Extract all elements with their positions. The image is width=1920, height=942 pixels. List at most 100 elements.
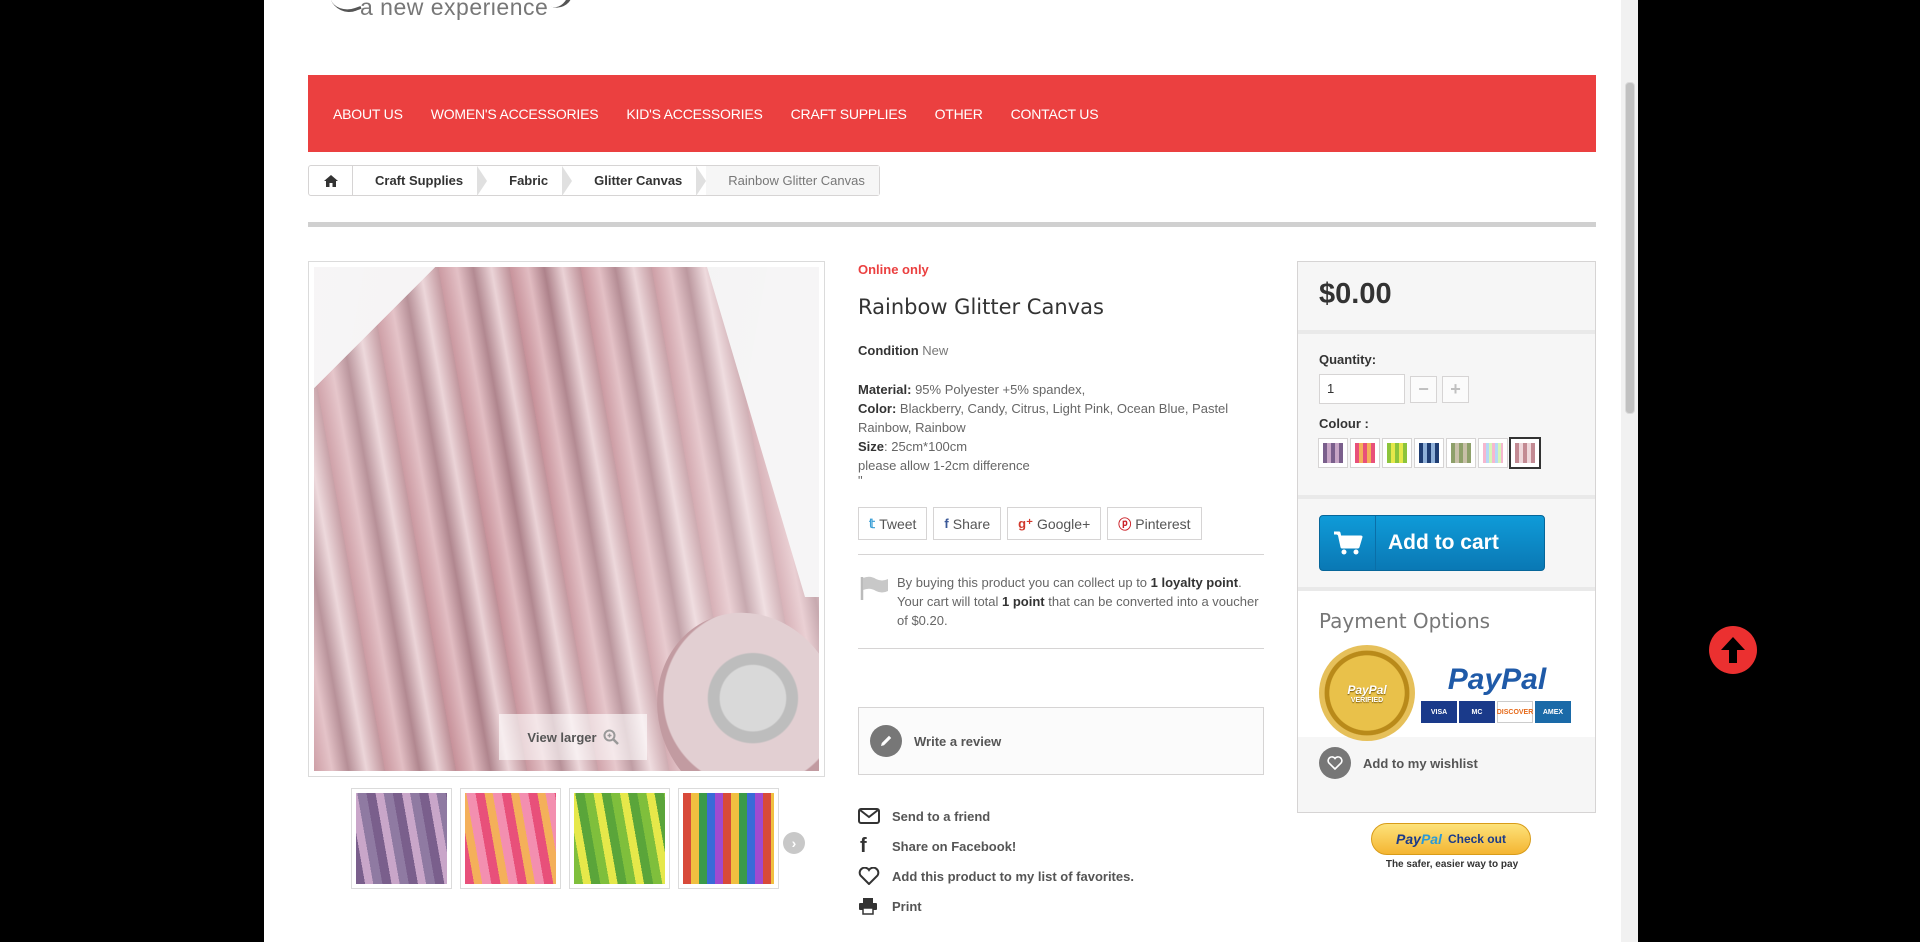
colour-swatch-5[interactable] — [1446, 438, 1476, 468]
colour-swatch-ocean-blue[interactable] — [1414, 438, 1444, 468]
product-main-image[interactable]: View larger — [308, 261, 825, 777]
quantity-decrease-button[interactable]: − — [1410, 375, 1437, 403]
write-review-label: Write a review — [914, 733, 1002, 749]
facebook-icon: f — [944, 516, 949, 531]
print-link[interactable]: Print — [858, 891, 1264, 921]
colour-swatch-candy[interactable] — [1350, 438, 1380, 468]
seal-verified: VERIFIED — [1350, 696, 1384, 704]
loyalty-info: By buying this product you can collect u… — [858, 554, 1264, 649]
product-photo[interactable]: View larger — [314, 267, 819, 771]
product-action-links: Send to a friend f Share on Facebook! Ad… — [858, 801, 1264, 921]
add-to-cart-label: Add to cart — [1388, 531, 1499, 554]
breadcrumb-separator — [696, 165, 707, 196]
cart-area: Add to cart — [1298, 499, 1595, 591]
nav-craft-supplies[interactable]: CRAFT SUPPLIES — [791, 106, 907, 122]
google-plus-button[interactable]: g⁺ Google+ — [1007, 507, 1102, 540]
quantity-input[interactable]: 1 — [1319, 374, 1405, 404]
color-label: Color: — [858, 401, 897, 416]
paypal-wordmark: PayPal — [1447, 663, 1547, 696]
heart-icon — [858, 867, 892, 885]
breadcrumb-glitter-canvas[interactable]: Glitter Canvas — [572, 166, 696, 195]
add-favorites-label: Add this product to my list of favorites… — [892, 868, 1134, 884]
flag-icon — [860, 576, 888, 600]
nav-kids-accessories[interactable]: KID'S ACCESSORIES — [626, 106, 762, 122]
site-logo[interactable]: a new experience — [328, 0, 577, 22]
back-to-top-icon[interactable] — [1709, 626, 1757, 674]
payment-options-title: Payment Options — [1319, 609, 1491, 633]
loyalty-points: 1 loyalty point — [1150, 575, 1239, 590]
condition-label: Condition — [858, 343, 919, 358]
colour-swatch-selected[interactable] — [1509, 437, 1541, 469]
nav-about-us[interactable]: ABOUT US — [333, 106, 403, 122]
facebook-icon: f — [860, 834, 867, 857]
pinterest-button[interactable]: ⓟ Pinterest — [1107, 507, 1202, 540]
social-share: 𝕥 Tweet f Share g⁺ Google+ ⓟ Pinterest — [858, 507, 1264, 540]
breadcrumb: Craft Supplies Fabric Glitter Canvas Rai… — [308, 165, 880, 196]
breadcrumb-separator — [562, 165, 573, 196]
options-area: Quantity: 1 − + Colour : — [1298, 334, 1595, 499]
nav-contact-us[interactable]: CONTACT US — [1011, 106, 1099, 122]
paypal-checkout-label: Check out — [1447, 832, 1506, 846]
zoom-icon — [603, 729, 619, 745]
thumbnail-image — [465, 793, 556, 884]
quantity-increase-button[interactable]: + — [1442, 375, 1469, 403]
paypal-pal: Pal — [1420, 831, 1442, 847]
print-label: Print — [892, 898, 922, 914]
logo-swoosh-left — [328, 0, 362, 18]
paypal-checkout[interactable]: Pay Pal Check out The safer, easier way t… — [1371, 823, 1533, 870]
product-info: Online only Rainbow Glitter Canvas Condi… — [858, 262, 1264, 921]
scrollbar[interactable] — [1621, 0, 1638, 942]
thumbnail-image — [574, 793, 665, 884]
mastercard-logo: MC — [1459, 701, 1495, 723]
product-condition: Condition New — [858, 343, 1264, 358]
size-note: please allow 1-2cm difference — [858, 458, 1030, 473]
color-value: Blackberry, Candy, Citrus, Light Pink, O… — [858, 401, 1229, 435]
thumbnail-strip — [351, 788, 787, 889]
breadcrumb-current: Rainbow Glitter Canvas — [706, 166, 879, 195]
breadcrumb-fabric[interactable]: Fabric — [487, 166, 562, 195]
write-review-box[interactable]: Write a review — [858, 707, 1264, 775]
online-only-label: Online only — [858, 262, 929, 277]
condition-value: New — [922, 343, 949, 358]
add-to-cart-button[interactable]: Add to cart — [1319, 515, 1545, 571]
thumbnail[interactable] — [460, 788, 561, 889]
colour-swatch-blackberry[interactable] — [1318, 438, 1348, 468]
thumbnail[interactable] — [569, 788, 670, 889]
buy-box: $0.00 Quantity: 1 − + Colour : Add to ca… — [1297, 261, 1596, 813]
add-to-wishlist[interactable]: Add to my wishlist — [1298, 737, 1595, 789]
colour-swatch-citrus[interactable] — [1382, 438, 1412, 468]
product-description: Material: 95% Polyester +5% spandex, Col… — [858, 380, 1264, 487]
facebook-share-button[interactable]: f Share — [933, 507, 1002, 540]
share-label: Share — [952, 515, 991, 532]
discover-logo: DISCOVER — [1497, 701, 1533, 723]
breadcrumb-craft-supplies[interactable]: Craft Supplies — [353, 166, 477, 195]
cart-icon — [1320, 516, 1376, 570]
home-icon — [323, 174, 338, 187]
view-larger-button[interactable]: View larger — [499, 714, 647, 760]
visa-logo: VISA — [1421, 701, 1457, 723]
card-logos: VISA MC DISCOVER AMEX — [1421, 701, 1573, 723]
nav-other[interactable]: OTHER — [935, 106, 983, 122]
thumbnail-next-icon[interactable]: › — [783, 832, 805, 854]
nav-womens-accessories[interactable]: WOMEN'S ACCESSORIES — [431, 106, 599, 122]
paypal-logo: PayPal VISA MC DISCOVER AMEX — [1421, 663, 1573, 723]
thumbnail[interactable] — [678, 788, 779, 889]
add-favorites-link[interactable]: Add this product to my list of favorites… — [858, 861, 1264, 891]
thumbnail-image — [683, 793, 774, 884]
send-to-friend-link[interactable]: Send to a friend — [858, 801, 1264, 831]
thumbnail-image — [356, 793, 447, 884]
quantity-label: Quantity: — [1319, 352, 1377, 367]
logo-tagline: a new experience — [360, 0, 549, 20]
tweet-button[interactable]: 𝕥 Tweet — [858, 507, 928, 540]
scrollbar-thumb[interactable] — [1625, 82, 1635, 414]
share-facebook-link[interactable]: f Share on Facebook! — [858, 831, 1264, 861]
breadcrumb-home[interactable] — [309, 166, 353, 195]
quantity-row: 1 − + — [1319, 374, 1574, 404]
loyalty-total: 1 point — [1002, 594, 1045, 609]
paypal-checkout-button[interactable]: Pay Pal Check out — [1371, 823, 1531, 855]
thumbnail[interactable] — [351, 788, 452, 889]
amex-logo: AMEX — [1535, 701, 1571, 723]
material-label: Material: — [858, 382, 912, 397]
colour-swatch-pastel-rainbow[interactable] — [1478, 438, 1508, 468]
tweet-label: Tweet — [879, 515, 917, 532]
